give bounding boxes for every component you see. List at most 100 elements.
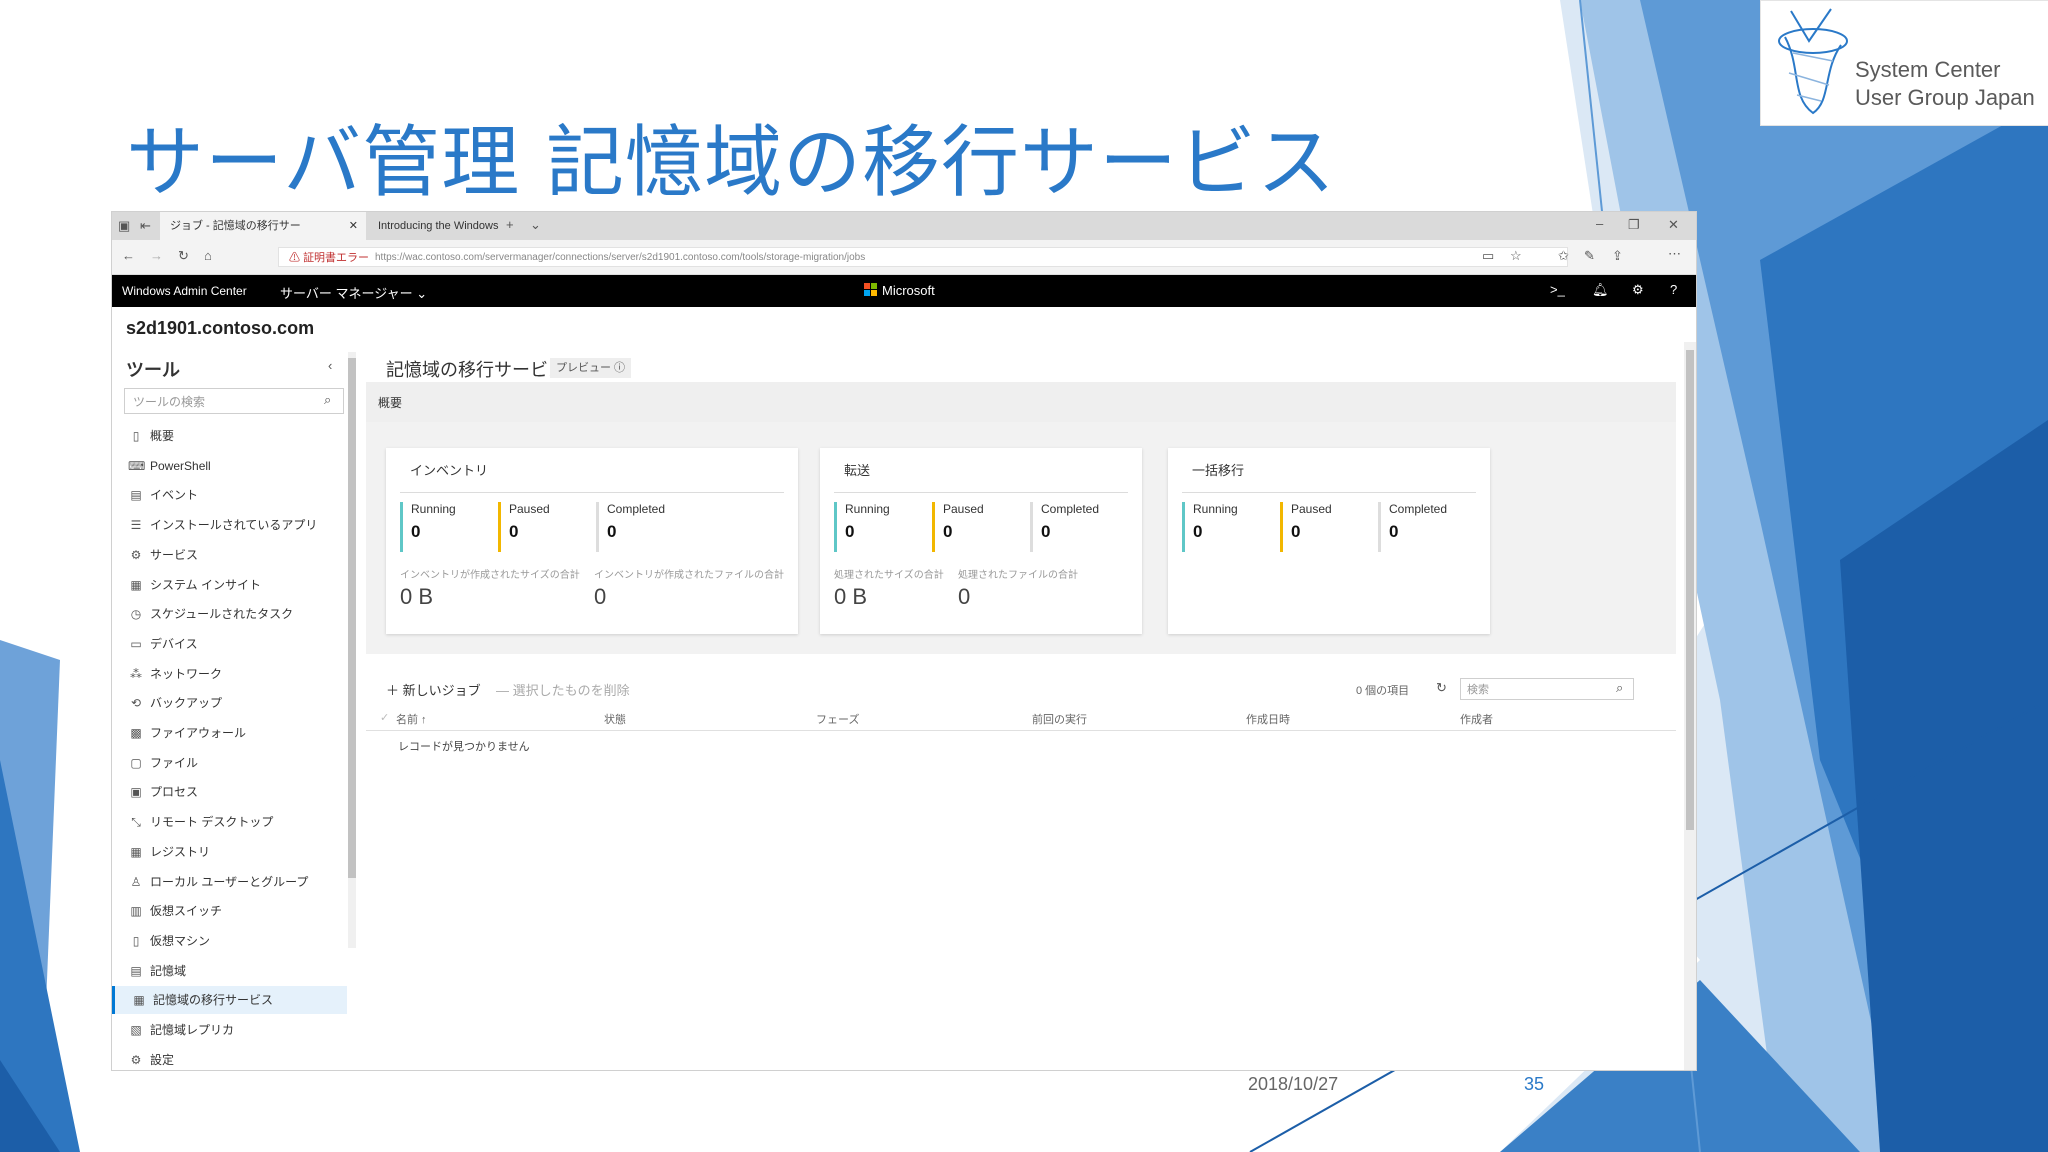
sidebar-item[interactable]: ▦ システム インサイト — [112, 571, 344, 599]
sidebar-item[interactable]: ▤ 記憶域 — [112, 957, 344, 985]
sidebar-item[interactable]: ▭ デバイス — [112, 630, 344, 658]
favorite-star-icon[interactable]: ☆ — [1510, 248, 1522, 264]
pen-icon[interactable]: ✎ — [1584, 248, 1595, 264]
sidebar-item[interactable]: ▤ イベント — [112, 481, 344, 509]
sidebar-item-label: 記憶域レプリカ — [150, 1023, 235, 1037]
sidebar-item-label: ネットワーク — [150, 666, 223, 681]
sidebar-item[interactable]: ⌨ PowerShell — [112, 452, 344, 480]
col-header-phase[interactable]: フェーズ — [816, 711, 859, 727]
brand-label[interactable]: Windows Admin Center — [122, 284, 247, 298]
back-icon[interactable]: ← — [122, 248, 135, 263]
sidebar-item-icon: ⁂ — [130, 666, 142, 681]
sidebar-item[interactable]: ⚙ サービス — [112, 541, 344, 569]
sidebar-item-icon: ▦ — [130, 577, 142, 592]
sidebar-scrollbar[interactable] — [348, 352, 356, 948]
close-tab-icon[interactable]: ✕ — [349, 212, 358, 240]
sidebar-item[interactable]: ⤡ リモート デスクトップ — [112, 808, 344, 836]
new-job-button[interactable]: ＋ 新しいジョブ — [386, 680, 481, 699]
sidebar-item-icon: ▣ — [130, 785, 142, 800]
sidebar-item[interactable]: ◷ スケジュールされたタスク — [112, 600, 344, 628]
select-all-check-icon[interactable]: ✓ — [380, 711, 389, 724]
notifications-icon[interactable]: 🔔︎ — [1592, 282, 1609, 298]
summary-cards-area: インベントリ Running 0 Paused 0 Completed 0 インベントリが作成… — [366, 422, 1676, 654]
sidebar-item[interactable]: ▦ 記憶域の移行サービス — [112, 986, 347, 1015]
sidebar-item[interactable]: ⟲ バックアップ — [112, 689, 344, 717]
tools-search-icon[interactable]: ⌕ — [324, 392, 331, 408]
sidebar-scroll-thumb[interactable] — [348, 358, 356, 878]
jobs-search-input[interactable]: 検索 — [1460, 678, 1634, 700]
tab-manager-icon[interactable]: ▣ — [118, 218, 130, 234]
new-tab-icon[interactable]: + — [506, 217, 514, 232]
sidebar-item[interactable]: ▯ 仮想マシン — [112, 927, 344, 955]
sidebar-item-icon: ▭ — [130, 636, 142, 651]
col-header-creator[interactable]: 作成者 — [1460, 711, 1493, 727]
sidebar-item-icon: ☰ — [130, 518, 142, 533]
col-header-last-run[interactable]: 前回の実行 — [1032, 711, 1087, 727]
sidebar-item[interactable]: ☰ インストールされているアプリ — [112, 511, 344, 539]
tools-search-input[interactable]: ツールの検索 — [124, 388, 344, 414]
sidebar-item[interactable]: ⚙ 設定 — [112, 1046, 344, 1070]
url-field[interactable]: ⚠ 証明書エラー https://wac.contoso.com/serverm… — [278, 247, 1568, 267]
sidebar-item-icon: ▧ — [130, 1023, 142, 1037]
home-icon[interactable]: ⌂ — [204, 248, 212, 263]
col-header-name[interactable]: 名前 ↑ — [396, 711, 427, 727]
server-manager-dropdown[interactable]: サーバー マネージャー ⌄ — [280, 283, 427, 302]
reading-view-icon[interactable]: ▭ — [1482, 248, 1494, 264]
back-tabs-icon[interactable]: ⇤ — [140, 218, 151, 234]
sidebar-item-icon: ▥ — [130, 904, 142, 919]
more-icon[interactable]: ⋯ — [1668, 246, 1681, 262]
browser-tab-2[interactable]: Introducing the Windows S — [370, 212, 500, 240]
sidebar-item[interactable]: ⁂ ネットワーク — [112, 660, 344, 688]
preview-badge[interactable]: プレビュー ⓘ — [550, 358, 632, 378]
stat-label: Paused — [509, 502, 550, 516]
window-close-icon[interactable]: ✕ — [1668, 217, 1679, 233]
favorites-list-icon[interactable]: ✩ — [1558, 248, 1569, 264]
sidebar-item[interactable]: ▩ ファイアウォール — [112, 719, 344, 747]
card-divider — [834, 492, 1128, 493]
stat-value: 0 — [1291, 522, 1301, 541]
powershell-icon[interactable]: >_ — [1550, 282, 1565, 297]
sidebar-item[interactable]: ▯ 概要 — [112, 422, 344, 450]
tab-dropdown-icon[interactable]: ⌄ — [530, 217, 541, 233]
minimize-icon[interactable]: – — [1596, 216, 1603, 231]
sidebar-item[interactable]: ▥ 仮想スイッチ — [112, 897, 344, 925]
jobs-search-icon[interactable]: ⌕ — [1616, 680, 1623, 696]
col-header-created[interactable]: 作成日時 — [1246, 711, 1290, 727]
tab-2-label: Introducing the Windows S — [378, 220, 500, 232]
stat-label: Completed — [1389, 502, 1448, 516]
sidebar-item[interactable]: ▧ 記憶域レプリカ — [112, 1016, 344, 1044]
stat-value: 0 — [509, 522, 519, 541]
overview-tab-strip: 概要 — [366, 382, 1676, 423]
main-scrollbar[interactable] — [1684, 342, 1696, 1070]
help-icon[interactable]: ? — [1670, 282, 1677, 297]
sidebar-item[interactable]: ▢ ファイル — [112, 749, 344, 777]
card-title: 転送 — [844, 463, 871, 478]
main-scroll-thumb[interactable] — [1686, 350, 1694, 830]
stat-label: Completed — [1041, 502, 1100, 516]
stat-value: 0 — [411, 522, 421, 541]
card-divider — [1182, 492, 1476, 493]
sidebar-item-label: リモート デスクトップ — [150, 815, 274, 830]
restore-icon[interactable]: ❐ — [1628, 217, 1640, 233]
grid-refresh-icon[interactable]: ↻ — [1436, 680, 1447, 696]
settings-gear-icon[interactable]: ⚙ — [1632, 282, 1644, 298]
sidebar-item-icon: ▢ — [130, 755, 142, 770]
share-icon[interactable]: ⇪ — [1612, 248, 1623, 264]
plus-icon: ＋ — [386, 683, 400, 698]
forward-icon[interactable]: → — [150, 248, 163, 263]
col-header-status[interactable]: 状態 — [604, 711, 626, 727]
collapse-chevron-icon[interactable]: ‹ — [328, 358, 332, 373]
sidebar-item[interactable]: ▣ プロセス — [112, 778, 344, 806]
stat-value: 0 — [943, 522, 953, 541]
browser-tab-active[interactable]: ジョブ - 記憶域の移行サー ✕ — [160, 212, 366, 240]
tab-overview[interactable]: 概要 — [378, 394, 402, 411]
certificate-warning[interactable]: ⚠ 証明書エラー — [289, 248, 369, 266]
sidebar-item-label: バックアップ — [150, 696, 223, 711]
delete-selected-button[interactable]: — 選択したものを削除 — [496, 680, 630, 699]
url-text: https://wac.contoso.com/servermanager/co… — [375, 252, 866, 263]
sidebar-item[interactable]: ♙ ローカル ユーザーとグループ — [112, 868, 344, 896]
sidebar-item-icon: ▦ — [133, 993, 145, 1008]
stat-value: 0 — [845, 522, 855, 541]
sidebar-item[interactable]: ▦ レジストリ — [112, 838, 344, 866]
refresh-icon[interactable]: ↻ — [178, 248, 189, 264]
